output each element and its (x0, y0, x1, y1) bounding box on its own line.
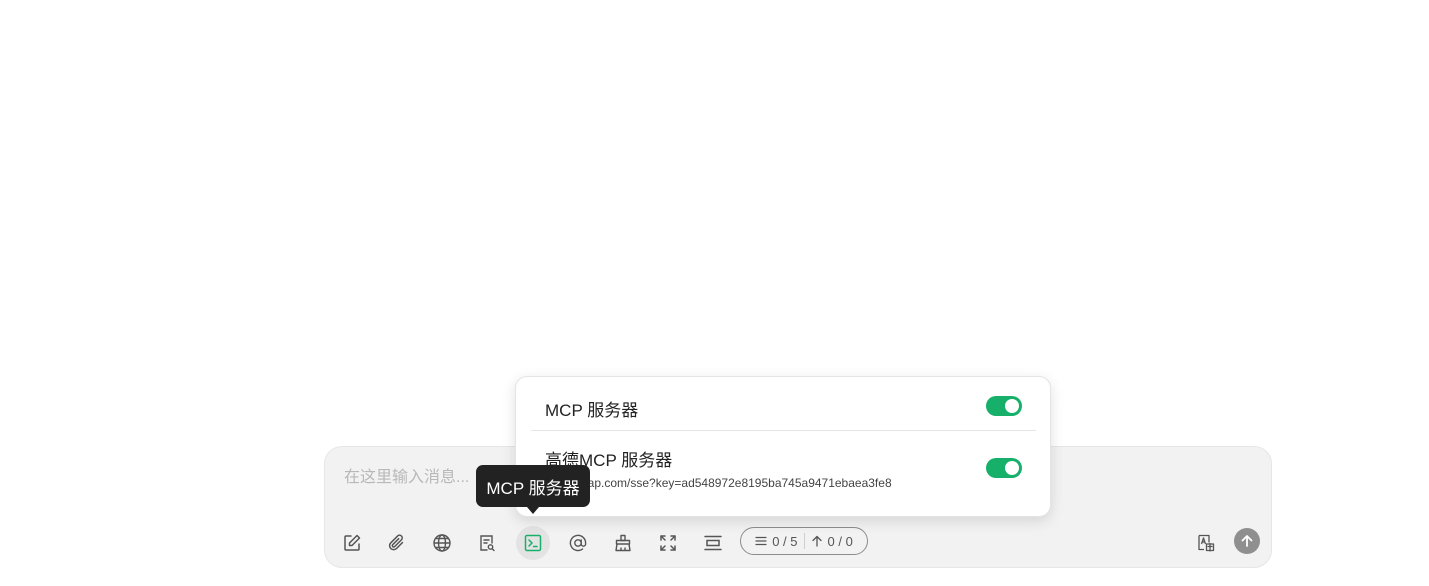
expand-icon (660, 535, 676, 551)
knowledge-search-icon (480, 535, 495, 552)
knowledge-base-button[interactable] (470, 526, 504, 560)
attachment-button[interactable] (380, 526, 414, 560)
clear-brush-icon (615, 534, 631, 552)
clear-context-button[interactable] (606, 526, 640, 560)
token-count-value: 0 / 0 (827, 533, 853, 549)
mcp-master-toggle[interactable] (986, 396, 1022, 416)
send-button[interactable] (1234, 528, 1260, 554)
globe-icon (433, 534, 451, 552)
translate-button[interactable] (1189, 526, 1223, 560)
mcp-server-url: mcp.amap.com/sse?key=ad548972e8195ba745a… (545, 476, 892, 490)
mcp-tooltip: MCP 服务器 (476, 465, 590, 507)
mention-model-button[interactable] (561, 526, 595, 560)
attachment-icon (388, 534, 404, 551)
mcp-server-panel: MCP 服务器 高德MCP 服务器 mcp.amap.com/sse?key=a… (515, 376, 1051, 517)
toggle-knob (1005, 399, 1019, 413)
new-topic-button[interactable] (335, 526, 369, 560)
arrow-up-icon (1241, 535, 1253, 547)
token-count: 0 / 0 (805, 534, 859, 549)
translate-icon (1198, 534, 1215, 552)
toggle-knob (1005, 461, 1019, 475)
context-count-value: 0 / 5 (772, 533, 798, 549)
tooltip-arrow (527, 507, 539, 514)
edit-icon (344, 534, 361, 551)
layout-button[interactable] (696, 526, 730, 560)
web-search-button[interactable] (425, 526, 459, 560)
context-count: 0 / 5 (749, 534, 803, 549)
context-counter[interactable]: 0 / 5 0 / 0 (740, 527, 868, 555)
layout-icon (704, 535, 722, 551)
panel-divider (531, 430, 1036, 431)
at-mention-icon (569, 534, 587, 552)
mcp-panel-title: MCP 服务器 (545, 401, 639, 420)
mcp-server-toggle[interactable] (986, 458, 1022, 478)
mcp-server-button[interactable] (516, 526, 550, 560)
chat-page: 在这里输入消息... 0 / 5 0 / 0 MCP 服务器 高德MCP 服务器… (0, 0, 1429, 586)
list-icon (755, 536, 767, 546)
expand-button[interactable] (651, 526, 685, 560)
arrow-up-small-icon (811, 535, 822, 547)
terminal-icon (524, 534, 542, 552)
message-input-placeholder[interactable]: 在这里输入消息... (344, 463, 469, 487)
